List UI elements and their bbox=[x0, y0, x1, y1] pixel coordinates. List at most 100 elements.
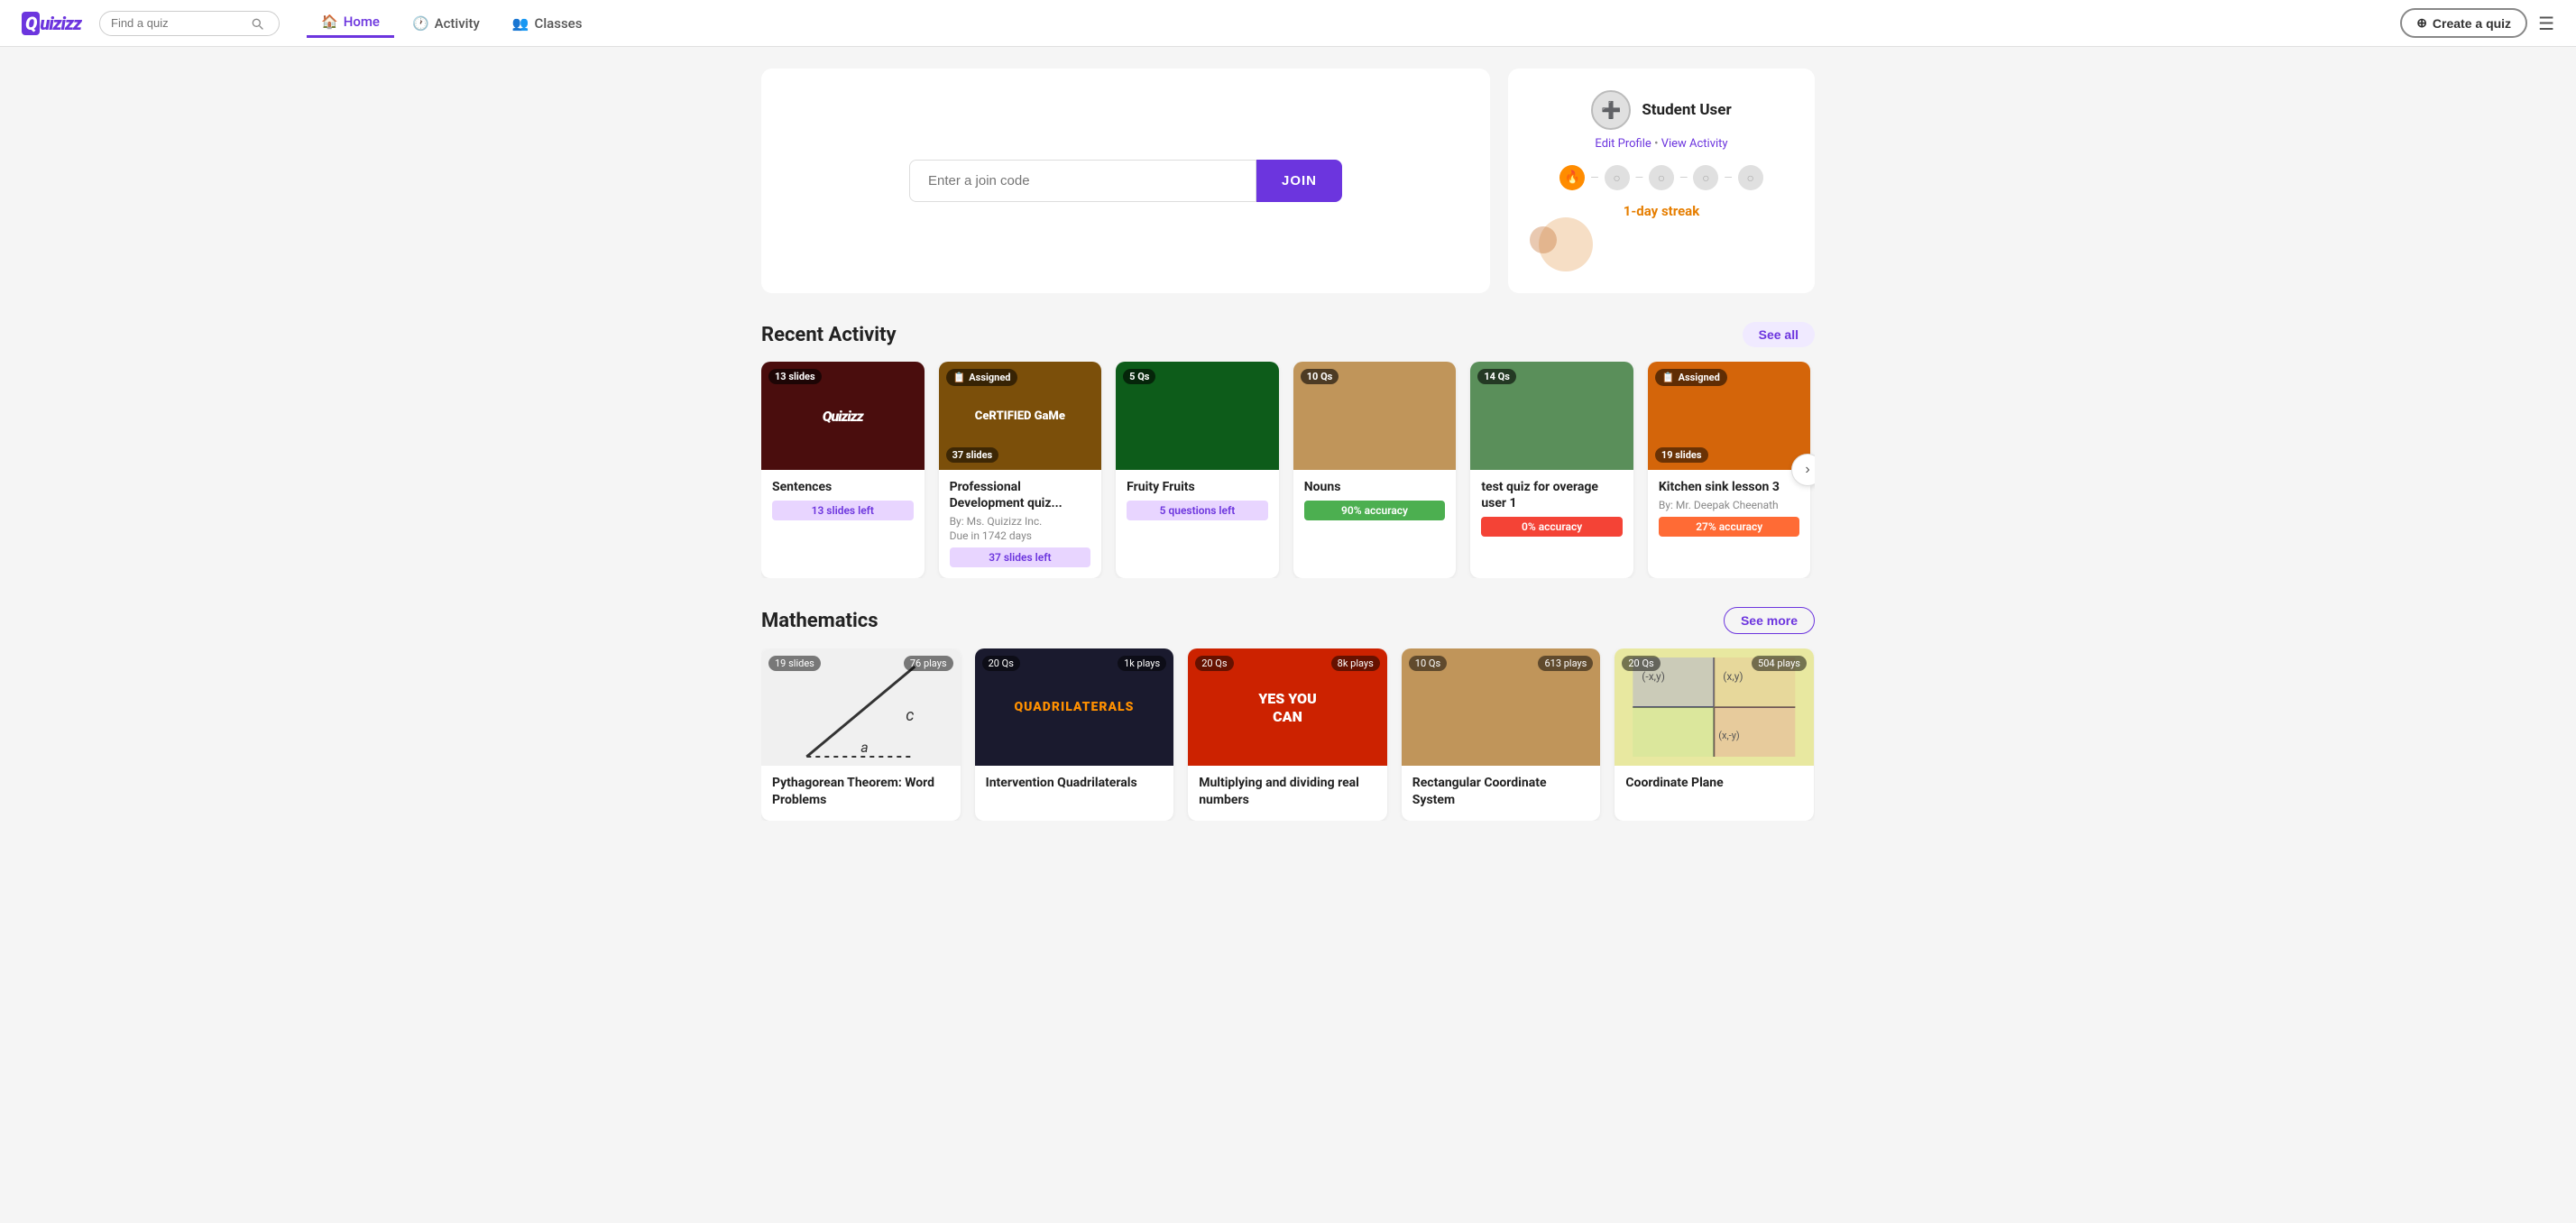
streak-dot-1: 🔥 bbox=[1559, 165, 1585, 190]
thumb-text-mult: YES YOU CAN bbox=[1237, 690, 1337, 724]
recent-activity-cards: Quizizz 13 slides Sentences 13 slides le… bbox=[761, 362, 1815, 578]
streak-label: 1-day streak bbox=[1624, 203, 1699, 219]
logo[interactable]: Quizizz bbox=[22, 13, 81, 34]
math-title-pythagorean: Pythagorean Theorem: Word Problems bbox=[772, 775, 950, 807]
card-body-testquiz: test quiz for overage user 1 0% accuracy bbox=[1470, 470, 1633, 547]
plays-badge-quad: 1k plays bbox=[1118, 656, 1166, 671]
nav-activity[interactable]: 🕐 Activity bbox=[398, 10, 494, 37]
qs-badge-nouns: 10 Qs bbox=[1301, 369, 1339, 384]
main-content: JOIN ➕ Student User Edit Profile • View … bbox=[747, 47, 1829, 842]
mathematics-cards: c a 19 slides 76 plays Pythagorean Theor… bbox=[761, 648, 1815, 820]
card-professional-dev[interactable]: 📋 Assigned CeRTIFIED GaMe 37 slides Prof… bbox=[939, 362, 1102, 578]
streak-dot-5: ○ bbox=[1738, 165, 1763, 190]
math-title-mult: Multiplying and dividing real numbers bbox=[1199, 775, 1376, 807]
slides-badge-pyth: 19 slides bbox=[768, 656, 821, 671]
deco-shapes bbox=[1530, 226, 1602, 271]
card-thumb-sentences: Quizizz 13 slides bbox=[761, 362, 925, 470]
card-nouns[interactable]: 10 Qs Nouns 90% accuracy bbox=[1293, 362, 1457, 578]
card-body-fruity: Fruity Fruits 5 questions left bbox=[1116, 470, 1279, 531]
deco-blob-small bbox=[1530, 226, 1557, 253]
slides-badge-label: 13 slides bbox=[775, 371, 815, 382]
status-qs-fruity: 5 questions left bbox=[1127, 501, 1268, 520]
avatar: ➕ bbox=[1591, 90, 1631, 130]
slides-badge-profdev: 37 slides bbox=[946, 447, 999, 463]
plays-badge-mult: 8k plays bbox=[1331, 656, 1380, 671]
card-test-quiz[interactable]: 14 Qs test quiz for overage user 1 0% ac… bbox=[1470, 362, 1633, 578]
qs-badge-testquiz: 14 Qs bbox=[1477, 369, 1516, 384]
thumb-text-profdev: CeRTIFIED GaMe bbox=[968, 409, 1072, 423]
recent-activity-title: Recent Activity bbox=[761, 324, 897, 346]
home-icon: 🏠 bbox=[321, 14, 338, 30]
card-title-fruity: Fruity Fruits bbox=[1127, 479, 1268, 495]
math-card-multiplying[interactable]: YES YOU CAN 20 Qs 8k plays Multiplying a… bbox=[1188, 648, 1387, 820]
search-icon bbox=[250, 16, 264, 31]
card-body-kitchen: Kitchen sink lesson 3 By: Mr. Deepak Che… bbox=[1648, 470, 1811, 547]
see-all-button[interactable]: See all bbox=[1743, 322, 1815, 347]
search-bar[interactable] bbox=[99, 11, 280, 36]
profile-avatar-row: ➕ Student User bbox=[1591, 90, 1731, 130]
hamburger-menu[interactable]: ☰ bbox=[2538, 13, 2554, 34]
recent-activity-section: Recent Activity See all Quizizz 13 slide… bbox=[761, 322, 1815, 578]
nav-classes[interactable]: 👥 Classes bbox=[498, 10, 597, 37]
svg-text:a: a bbox=[860, 739, 868, 756]
activity-icon: 🕐 bbox=[412, 15, 429, 32]
streak-dot-2: ○ bbox=[1605, 165, 1630, 190]
navbar: Quizizz 🏠 Home 🕐 Activity 👥 Classes ⊕ Cr… bbox=[0, 0, 2576, 47]
math-thumb-pythagorean: c a 19 slides 76 plays bbox=[761, 648, 961, 766]
join-button[interactable]: JOIN bbox=[1256, 160, 1342, 202]
math-card-rect-coord[interactable]: 10 Qs 613 plays Rectangular Coordinate S… bbox=[1402, 648, 1601, 820]
profile-links: Edit Profile • View Activity bbox=[1595, 137, 1727, 151]
mathematics-title: Mathematics bbox=[761, 610, 879, 632]
card-title-profdev: Professional Development quiz... bbox=[950, 479, 1091, 511]
math-card-quadrilaterals[interactable]: QUADRILATERALS 20 Qs 1k plays Interventi… bbox=[975, 648, 1174, 820]
card-kitchen-sink[interactable]: 📋 Assigned 19 slides Kitchen sink lesson… bbox=[1648, 362, 1811, 578]
view-activity-link[interactable]: View Activity bbox=[1661, 137, 1728, 151]
streak-dot-4: ○ bbox=[1693, 165, 1718, 190]
math-card-coord-plane[interactable]: (-x,y) (x,y) (x,-y) 20 Qs 504 plays Coor… bbox=[1615, 648, 1814, 820]
join-code-input[interactable] bbox=[909, 160, 1256, 202]
status-accuracy-kitchen: 27% accuracy bbox=[1659, 517, 1800, 537]
svg-text:(x,-y): (x,-y) bbox=[1719, 730, 1741, 741]
math-card-pythagorean[interactable]: c a 19 slides 76 plays Pythagorean Theor… bbox=[761, 648, 961, 820]
plays-badge-pyth: 76 plays bbox=[904, 656, 953, 671]
edit-profile-link[interactable]: Edit Profile bbox=[1595, 137, 1651, 151]
slides-badge-sentences: 13 slides bbox=[768, 369, 822, 384]
card-thumb-kitchen: 📋 Assigned 19 slides bbox=[1648, 362, 1811, 470]
card-title-sentences: Sentences bbox=[772, 479, 914, 495]
plays-badge-coord: 504 plays bbox=[1752, 656, 1807, 671]
math-thumb-rect: 10 Qs 613 plays bbox=[1402, 648, 1601, 766]
card-by-profdev: By: Ms. Quizizz Inc. bbox=[950, 515, 1091, 528]
card-fruity-fruits[interactable]: 5 Qs Fruity Fruits 5 questions left bbox=[1116, 362, 1279, 578]
qs-badge-rect: 10 Qs bbox=[1409, 656, 1447, 671]
card-thumb-fruity: 5 Qs bbox=[1116, 362, 1279, 470]
hero-section: JOIN ➕ Student User Edit Profile • View … bbox=[761, 69, 1815, 293]
card-body-nouns: Nouns 90% accuracy bbox=[1293, 470, 1457, 531]
plays-badge-rect: 613 plays bbox=[1538, 656, 1593, 671]
create-quiz-button[interactable]: ⊕ Create a quiz bbox=[2400, 8, 2527, 38]
card-thumb-profdev: 📋 Assigned CeRTIFIED GaMe 37 slides bbox=[939, 362, 1102, 470]
card-title-nouns: Nouns bbox=[1304, 479, 1446, 495]
status-slides-sentences: 13 slides left bbox=[772, 501, 914, 520]
svg-text:(x,y): (x,y) bbox=[1724, 670, 1743, 683]
card-title-testquiz: test quiz for overage user 1 bbox=[1481, 479, 1623, 511]
see-more-button[interactable]: See more bbox=[1724, 607, 1815, 634]
nav-home[interactable]: 🏠 Home bbox=[307, 8, 394, 38]
svg-text:c: c bbox=[906, 706, 914, 725]
card-sentences[interactable]: Quizizz 13 slides Sentences 13 slides le… bbox=[761, 362, 925, 578]
math-thumb-quad: QUADRILATERALS 20 Qs 1k plays bbox=[975, 648, 1174, 766]
mathematics-section: Mathematics See more c a 19 slides 76 pl… bbox=[761, 607, 1815, 820]
card-by-kitchen: By: Mr. Deepak Cheenath bbox=[1659, 499, 1800, 511]
status-slides-profdev: 37 slides left bbox=[950, 547, 1091, 567]
card-thumb-nouns: 10 Qs bbox=[1293, 362, 1457, 470]
recent-activity-header: Recent Activity See all bbox=[761, 322, 1815, 347]
math-body-quad: Intervention Quadrilaterals bbox=[975, 766, 1174, 804]
search-input[interactable] bbox=[111, 16, 246, 30]
card-body-sentences: Sentences 13 slides left bbox=[761, 470, 925, 531]
math-body-coord: Coordinate Plane bbox=[1615, 766, 1814, 804]
assign-icon-kitchen: 📋 bbox=[1662, 372, 1675, 383]
streak-dot-3: ○ bbox=[1649, 165, 1674, 190]
join-form: JOIN bbox=[909, 160, 1342, 202]
assigned-badge-kitchen: 📋 Assigned bbox=[1655, 369, 1727, 386]
qs-badge-fruity: 5 Qs bbox=[1123, 369, 1155, 384]
profile-name: Student User bbox=[1642, 101, 1731, 119]
